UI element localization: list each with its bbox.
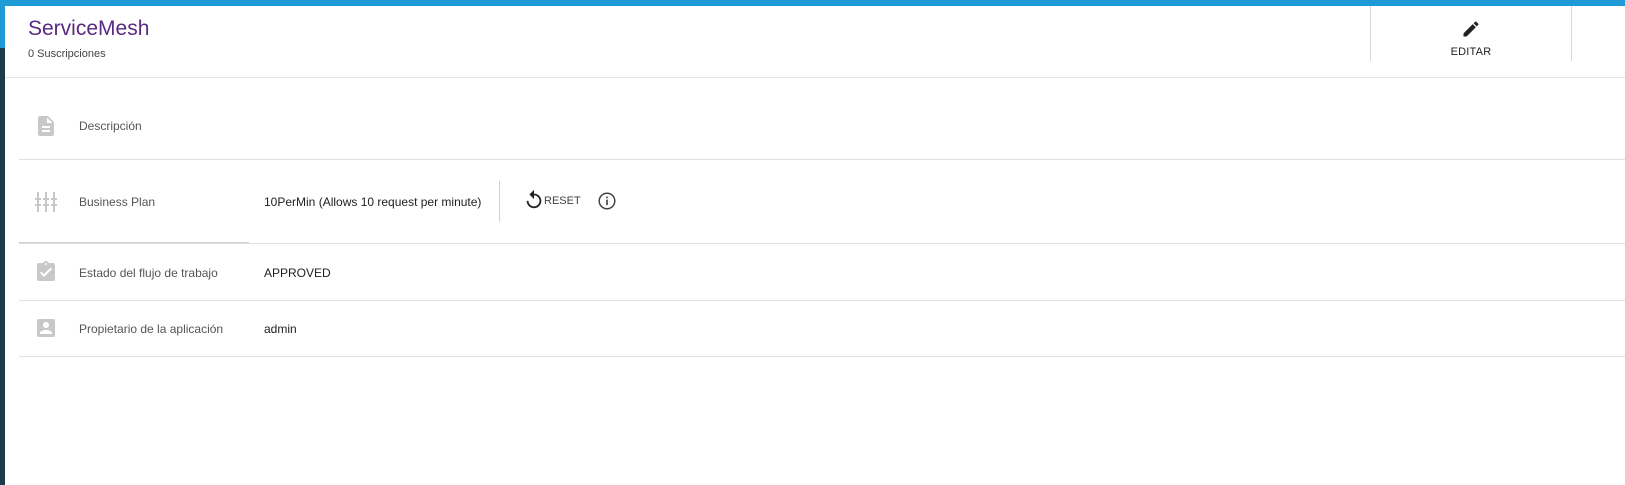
clipboard-check-icon bbox=[37, 261, 55, 281]
edit-button[interactable]: EDITAR bbox=[1370, 6, 1572, 61]
subscriptions-summary: 0 Suscripciones bbox=[28, 48, 109, 60]
business-plan-select[interactable]: 10PerMin (Allows 10 request per minute) bbox=[264, 195, 481, 209]
pencil-icon bbox=[1463, 21, 1479, 37]
business-plan-row: Business Plan 10PerMin (Allows 10 reques… bbox=[19, 160, 1625, 244]
app-header: ServiceMesh 0 Suscripciones EDITAR bbox=[5, 6, 1625, 78]
application-owner-label: Propietario de la aplicación bbox=[79, 322, 224, 336]
description-label: Descripción bbox=[79, 119, 142, 133]
workflow-status-value: APPROVED bbox=[264, 266, 331, 280]
business-plan-label: Business Plan bbox=[79, 195, 156, 209]
application-owner-row: Propietario de la aplicación admin bbox=[19, 301, 1625, 357]
workflow-status-row: Estado del flujo de trabajo APPROVED bbox=[19, 244, 1625, 301]
reset-icon bbox=[526, 189, 542, 209]
info-icon[interactable] bbox=[596, 190, 618, 212]
workflow-status-label: Estado del flujo de trabajo bbox=[79, 266, 218, 280]
page-title: ServiceMesh bbox=[28, 17, 150, 40]
plan-row-underline bbox=[19, 242, 249, 243]
description-row: Descripción bbox=[19, 85, 1625, 160]
edit-button-label: EDITAR bbox=[1450, 46, 1492, 58]
document-icon bbox=[38, 116, 54, 136]
application-owner-value: admin bbox=[264, 322, 297, 336]
plan-divider bbox=[499, 181, 500, 222]
subscriptions-label: Suscripciones bbox=[37, 48, 106, 60]
tune-icon bbox=[35, 192, 57, 212]
reset-button-label: RESET bbox=[544, 195, 581, 207]
application-detail-panel: ServiceMesh 0 Suscripciones EDITAR Descri… bbox=[5, 6, 1625, 485]
account-box-icon bbox=[37, 319, 55, 337]
subscriptions-count: 0 bbox=[28, 48, 35, 60]
